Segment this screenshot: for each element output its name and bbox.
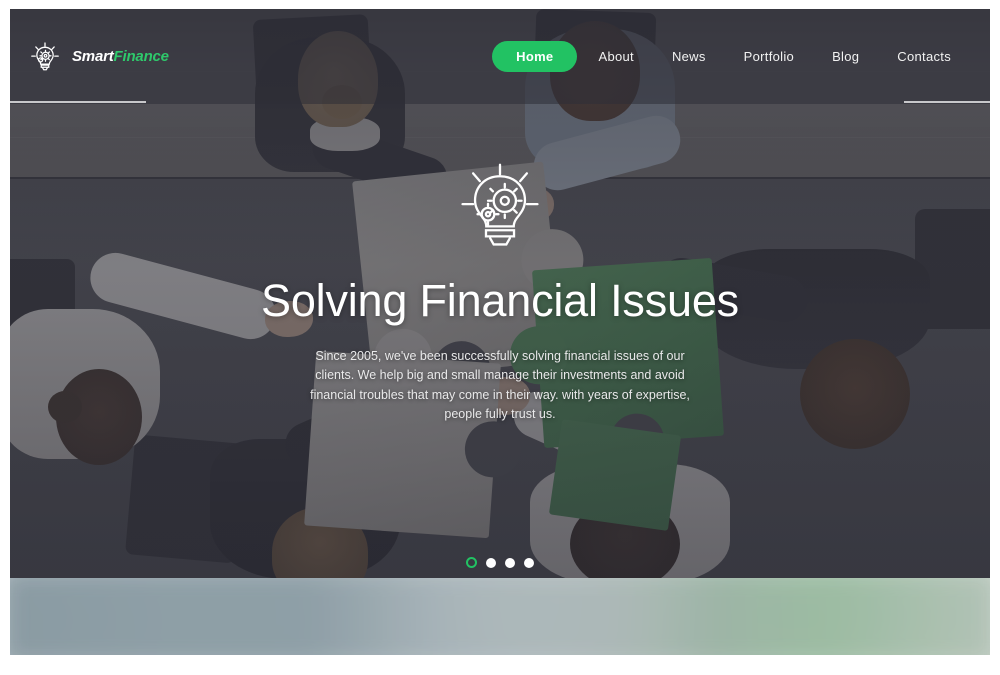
lightbulb-gear-icon bbox=[31, 41, 59, 70]
carousel-dot-1[interactable] bbox=[466, 557, 477, 568]
site-logo[interactable]: SmartFinance bbox=[28, 40, 169, 74]
logo-wordmark: SmartFinance bbox=[72, 48, 169, 65]
nav-item-home[interactable]: Home bbox=[492, 41, 578, 72]
bottom-blurred-band bbox=[10, 578, 990, 655]
bottom-band-image bbox=[10, 578, 990, 655]
logo-text-finance: Finance bbox=[113, 48, 169, 65]
page-root: SmartFinance Home About News Portfolio B… bbox=[0, 0, 1000, 675]
carousel-dot-2[interactable] bbox=[486, 557, 496, 568]
carousel-dot-4[interactable] bbox=[524, 557, 534, 568]
hero-paragraph: Since 2005, we've been successfully solv… bbox=[310, 349, 690, 422]
site-header: SmartFinance Home About News Portfolio B… bbox=[10, 9, 990, 104]
header-divider-left bbox=[10, 101, 146, 103]
logo-text-smart: Smart bbox=[72, 48, 114, 65]
nav-item-blog[interactable]: Blog bbox=[815, 41, 876, 72]
nav-item-about[interactable]: About bbox=[581, 41, 650, 72]
header-divider-right bbox=[904, 101, 990, 103]
hero-content: Solving Financial Issues Since 2005, we'… bbox=[10, 159, 990, 425]
main-navigation: Home About News Portfolio Blog Contacts bbox=[492, 41, 968, 72]
hero-title: Solving Financial Issues bbox=[261, 275, 739, 326]
nav-item-contacts[interactable]: Contacts bbox=[880, 41, 968, 72]
lightbulb-gears-icon bbox=[461, 163, 539, 246]
hero-section: SmartFinance Home About News Portfolio B… bbox=[10, 9, 990, 578]
carousel-dot-3[interactable] bbox=[505, 557, 515, 568]
carousel-dots bbox=[10, 557, 990, 568]
nav-item-portfolio[interactable]: Portfolio bbox=[727, 41, 811, 72]
nav-item-news[interactable]: News bbox=[655, 41, 723, 72]
